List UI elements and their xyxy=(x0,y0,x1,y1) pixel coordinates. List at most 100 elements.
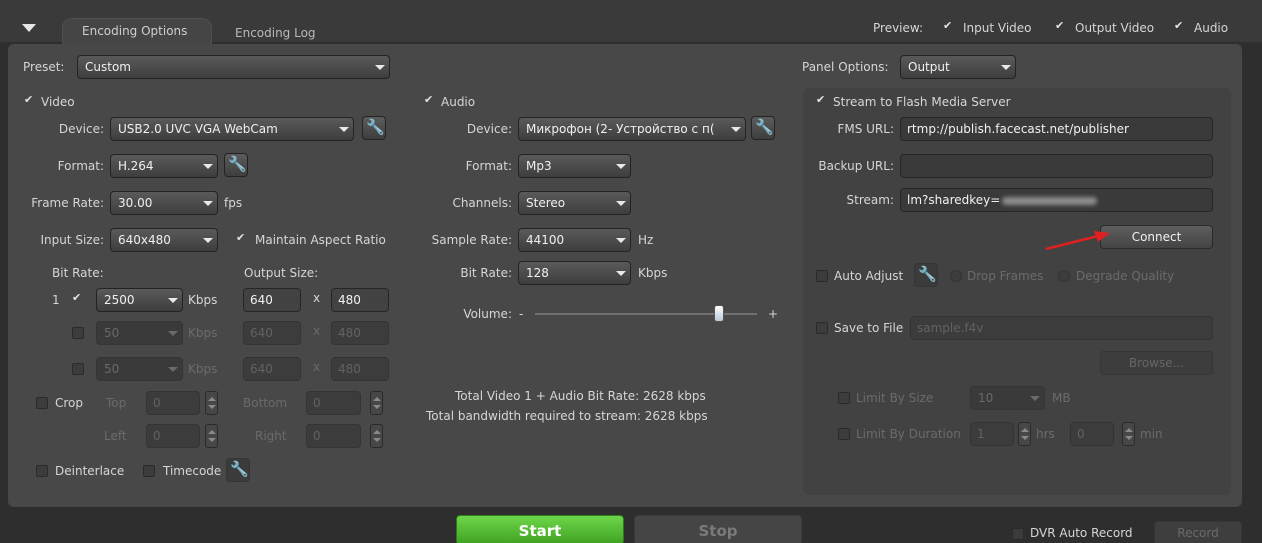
video-checkbox[interactable] xyxy=(24,93,36,108)
video-device-settings-button[interactable]: 🔧 xyxy=(362,116,386,140)
annotation-arrow-icon xyxy=(1045,231,1110,251)
bitrate-row-1-dropdown[interactable]: 2500 xyxy=(96,288,183,312)
collapse-triangle-icon[interactable] xyxy=(22,24,36,32)
output-width-1[interactable]: 640 xyxy=(243,288,301,312)
tab-encoding-log[interactable]: Encoding Log xyxy=(235,21,316,45)
volume-slider-thumb[interactable] xyxy=(714,305,725,322)
record-button[interactable]: Record xyxy=(1154,521,1242,543)
wrench-icon: 🔧 xyxy=(918,265,937,283)
crop-label: Crop xyxy=(55,396,84,410)
sample-rate-dropdown[interactable]: 44100 xyxy=(518,228,631,252)
crop-right-input[interactable]: 0 xyxy=(306,424,361,448)
crop-checkbox[interactable] xyxy=(36,397,48,409)
panel-options-dropdown[interactable]: Output xyxy=(900,55,1016,79)
chevron-down-icon xyxy=(199,192,217,214)
backup-url-input[interactable] xyxy=(900,154,1213,178)
wrench-icon: 🔧 xyxy=(228,155,247,173)
crop-top-label: Top xyxy=(106,396,127,410)
duration-hrs-stepper[interactable] xyxy=(1018,422,1031,446)
output-width-2[interactable]: 640 xyxy=(243,321,301,345)
stop-button[interactable]: Stop xyxy=(634,515,802,543)
audio-preview-checkbox[interactable] xyxy=(1174,19,1186,34)
deinterlace-checkbox[interactable] xyxy=(36,465,48,477)
bitrate-row-2-value: 50 xyxy=(104,326,120,340)
chevron-down-icon xyxy=(335,118,353,140)
maintain-aspect-checkbox[interactable] xyxy=(236,231,248,246)
save-to-file-checkbox[interactable] xyxy=(816,322,828,334)
volume-plus: + xyxy=(768,307,779,321)
bitrate-row-1-checkbox[interactable] xyxy=(72,291,84,306)
size-separator: x xyxy=(313,360,321,374)
crop-bottom-input[interactable]: 0 xyxy=(306,391,361,415)
chevron-down-icon xyxy=(997,56,1015,78)
start-button[interactable]: Start xyxy=(456,515,624,543)
limit-by-duration-checkbox[interactable] xyxy=(838,428,850,440)
output-video-checkbox[interactable] xyxy=(1055,19,1067,34)
auto-adjust-checkbox[interactable] xyxy=(816,270,828,282)
output-height-1[interactable]: 480 xyxy=(331,288,389,312)
degrade-quality-radio[interactable] xyxy=(1058,270,1070,282)
degrade-quality-label: Degrade Quality xyxy=(1076,269,1175,283)
preset-dropdown[interactable]: Custom xyxy=(77,55,390,79)
audio-format-label: Format: xyxy=(465,159,512,173)
crop-left-input[interactable]: 0 xyxy=(146,424,200,448)
audio-bit-rate-dropdown[interactable]: 128 xyxy=(518,261,631,285)
bitrate-row-2-checkbox[interactable] xyxy=(72,327,84,339)
timecode-checkbox[interactable] xyxy=(143,465,155,477)
bitrate-row-1-unit: Kbps xyxy=(188,293,218,307)
sample-rate-value: 44100 xyxy=(526,233,565,247)
deinterlace-label: Deinterlace xyxy=(55,464,125,478)
chevron-down-icon xyxy=(727,118,745,140)
limit-by-size-checkbox[interactable] xyxy=(838,392,850,404)
audio-checkbox[interactable] xyxy=(424,93,436,108)
dvr-auto-record-label: DVR Auto Record xyxy=(1030,526,1133,540)
duration-min-input[interactable]: 0 xyxy=(1070,422,1114,446)
bitrate-row-2-dropdown[interactable]: 50 xyxy=(96,321,183,345)
connect-button[interactable]: Connect xyxy=(1100,225,1213,249)
limit-size-dropdown[interactable]: 10 xyxy=(970,386,1045,410)
browse-button[interactable]: Browse... xyxy=(1100,351,1213,375)
crop-top-input[interactable]: 0 xyxy=(146,391,200,415)
video-format-label: Format: xyxy=(57,159,104,173)
video-format-settings-button[interactable]: 🔧 xyxy=(224,153,248,177)
blurred-key xyxy=(1002,196,1098,205)
channels-value: Stereo xyxy=(526,196,566,210)
output-height-3[interactable]: 480 xyxy=(331,357,389,381)
drop-frames-label: Drop Frames xyxy=(967,269,1044,283)
audio-device-dropdown[interactable]: Микрофон (2- Устройство с п( xyxy=(518,117,746,141)
output-width-3[interactable]: 640 xyxy=(243,357,301,381)
chevron-down-icon xyxy=(612,155,630,177)
save-file-input[interactable]: sample.f4v xyxy=(910,316,1213,340)
duration-min-stepper[interactable] xyxy=(1122,422,1135,446)
video-device-dropdown[interactable]: USB2.0 UVC VGA WebCam xyxy=(110,117,354,141)
audio-format-dropdown[interactable]: Mp3 xyxy=(518,154,631,178)
timecode-settings-button[interactable]: 🔧 xyxy=(226,458,250,482)
frame-rate-dropdown[interactable]: 30.00 xyxy=(110,191,218,215)
output-size-header: Output Size: xyxy=(244,266,319,280)
video-format-dropdown[interactable]: H.264 xyxy=(110,154,218,178)
auto-adjust-settings-button[interactable]: 🔧 xyxy=(914,263,938,287)
input-video-checkbox[interactable] xyxy=(943,19,955,34)
fms-url-input[interactable]: rtmp://publish.facecast.net/publisher xyxy=(900,117,1213,141)
chevron-down-icon xyxy=(199,155,217,177)
bitrate-row-3-unit: Kbps xyxy=(188,362,218,376)
stream-fms-checkbox[interactable] xyxy=(816,93,828,108)
crop-bottom-stepper[interactable] xyxy=(370,391,383,415)
crop-top-stepper[interactable] xyxy=(205,391,218,415)
bitrate-row-3-checkbox[interactable] xyxy=(72,363,84,375)
channels-dropdown[interactable]: Stereo xyxy=(518,191,631,215)
drop-frames-radio[interactable] xyxy=(950,270,962,282)
bitrate-row-3-dropdown[interactable]: 50 xyxy=(96,357,183,381)
crop-right-stepper[interactable] xyxy=(370,424,383,448)
duration-hrs-input[interactable]: 1 xyxy=(970,422,1014,446)
audio-preview-label: Audio xyxy=(1194,21,1229,35)
crop-left-stepper[interactable] xyxy=(205,424,218,448)
bitrate-row-2-unit: Kbps xyxy=(188,326,218,340)
audio-device-settings-button[interactable]: 🔧 xyxy=(751,116,775,140)
backup-url-label: Backup URL: xyxy=(818,159,894,173)
stream-name-input[interactable]: lm?sharedkey= xyxy=(900,188,1213,212)
video-device-value: USB2.0 UVC VGA WebCam xyxy=(118,122,278,136)
output-height-2[interactable]: 480 xyxy=(331,321,389,345)
input-size-dropdown[interactable]: 640x480 xyxy=(110,228,218,252)
dvr-auto-record-checkbox[interactable] xyxy=(1012,528,1024,540)
